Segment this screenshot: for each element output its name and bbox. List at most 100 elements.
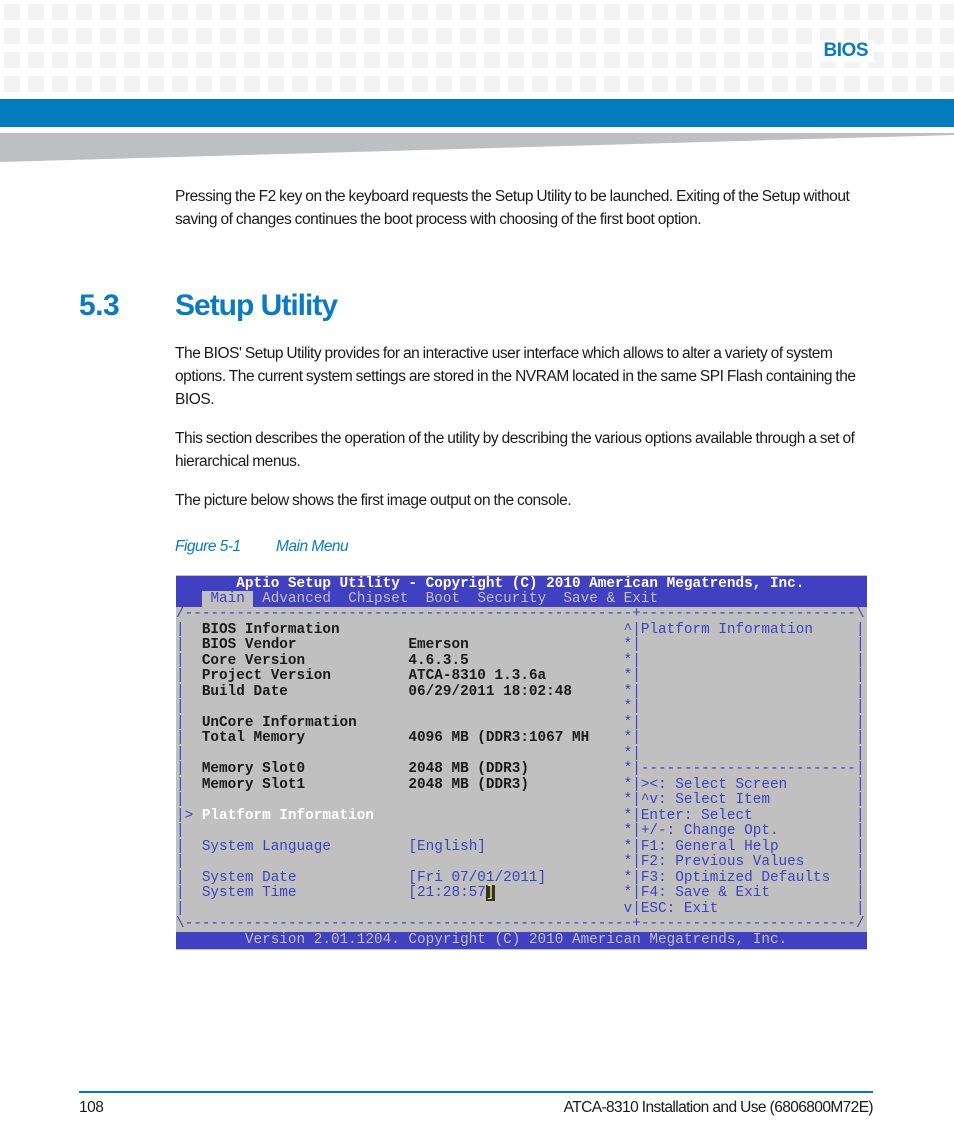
scrollbar-track[interactable]: *| xyxy=(624,792,641,808)
scrollbar-track[interactable]: *| xyxy=(624,715,641,731)
pattern-square xyxy=(556,52,572,68)
pattern-square xyxy=(148,28,164,44)
pattern-square xyxy=(604,4,620,20)
scrollbar-track[interactable]: *| xyxy=(624,777,641,793)
system-language-value[interactable]: [English] xyxy=(408,839,485,855)
pattern-square xyxy=(628,52,644,68)
pattern-square xyxy=(412,4,428,20)
frame-border: | xyxy=(856,807,865,824)
pattern-square xyxy=(724,52,740,68)
bios-tab-security[interactable]: Security xyxy=(477,591,546,607)
bios-tab-chipset[interactable]: Chipset xyxy=(348,591,408,607)
scrollbar-track[interactable]: *| xyxy=(624,761,641,777)
pattern-square xyxy=(724,76,740,92)
frame-border: | xyxy=(176,668,185,684)
scrollbar-track[interactable]: *| xyxy=(624,668,641,684)
document-title: ATCA-8310 Installation and Use (6806800M… xyxy=(563,1099,874,1116)
pattern-square xyxy=(628,76,644,92)
frame-border: | xyxy=(176,683,185,700)
frame-border: | xyxy=(856,838,865,855)
pattern-square xyxy=(868,76,884,92)
bios-tab-save-exit[interactable]: Save & Exit xyxy=(563,591,658,607)
scrollbar-track[interactable]: *| xyxy=(624,699,641,715)
pattern-square xyxy=(796,52,812,68)
help-blank xyxy=(641,730,856,746)
frame-border: | xyxy=(856,823,865,839)
scroll-down-icon[interactable]: v| xyxy=(624,901,641,917)
bios-tab-boot[interactable]: Boot xyxy=(426,591,460,607)
scrollbar-track[interactable]: *| xyxy=(624,808,641,824)
pattern-square xyxy=(940,52,954,68)
scrollbar-track[interactable]: *| xyxy=(624,854,641,870)
pattern-square xyxy=(556,28,572,44)
scrollbar-track[interactable]: *| xyxy=(624,653,641,669)
pattern-square xyxy=(364,76,380,92)
help-key: F3: Optimized Defaults xyxy=(640,869,857,886)
system-date-value[interactable]: [Fri 07/01/2011] xyxy=(408,870,546,886)
build-date-value: 06/29/2011 18:02:48 xyxy=(408,683,572,700)
core-version-value: 4.6.3.5 xyxy=(408,652,469,669)
bios-tab-main[interactable]: Main xyxy=(201,591,254,607)
bios-row: | UnCore Information *| | xyxy=(176,714,867,732)
bios-frame-bottom: \---------------------------------------… xyxy=(176,916,865,932)
pattern-square xyxy=(388,52,404,68)
system-time-value[interactable]: [21:28:57 xyxy=(408,885,485,901)
pattern-square xyxy=(268,52,284,68)
scrollbar-track[interactable]: *| xyxy=(624,684,641,700)
scrollbar-track[interactable]: *| xyxy=(624,637,641,653)
pattern-square xyxy=(940,4,954,20)
platform-information-item[interactable]: Platform Information xyxy=(202,808,374,824)
bios-row: | Core Version 4.6.3.5 *| | xyxy=(176,652,867,670)
pattern-square xyxy=(52,28,68,44)
scrollbar-track[interactable]: *| xyxy=(624,823,641,839)
bios-tab-advanced[interactable]: Advanced xyxy=(262,591,331,607)
pattern-square xyxy=(340,52,356,68)
pattern-square xyxy=(412,76,428,92)
scrollbar-track[interactable]: *| xyxy=(624,870,641,886)
pattern-square xyxy=(268,76,284,92)
pattern-square xyxy=(628,4,644,20)
bios-row: | Project Version ATCA-8310 1.3.6a *| | xyxy=(176,668,867,685)
scrollbar-track[interactable]: *| xyxy=(624,885,641,901)
scrollbar-track[interactable]: *| xyxy=(624,730,641,746)
pattern-square xyxy=(676,76,692,92)
pattern-square xyxy=(916,4,932,20)
frame-border: | xyxy=(856,621,865,638)
bios-row: | System Language [English] *|F1: Genera… xyxy=(176,838,867,856)
section-paragraph: The BIOS' Setup Utility provides for an … xyxy=(175,345,856,408)
pattern-square xyxy=(412,52,428,68)
pattern-square xyxy=(124,76,140,92)
pattern-square xyxy=(172,52,188,68)
bios-row: | BIOS Vendor Emerson *| | xyxy=(176,637,867,654)
frame-border: | xyxy=(856,683,865,700)
scroll-up-icon[interactable]: ^| xyxy=(624,622,641,638)
frame-border: | xyxy=(176,885,185,901)
pattern-square xyxy=(868,4,884,20)
pattern-square xyxy=(4,28,20,44)
scrollbar-track[interactable]: *| xyxy=(624,746,641,762)
pattern-square xyxy=(28,4,44,20)
frame-border: | xyxy=(176,714,185,731)
pattern-square xyxy=(340,76,356,92)
pattern-square xyxy=(700,76,716,92)
pattern-square xyxy=(676,52,692,68)
help-blank xyxy=(641,715,856,731)
help-key: F4: Save & Exit xyxy=(640,885,857,901)
pattern-square xyxy=(508,4,524,20)
pattern-square xyxy=(748,28,764,44)
pattern-square xyxy=(316,4,332,20)
pattern-square xyxy=(220,4,236,20)
frame-border: | xyxy=(856,776,865,793)
pattern-square xyxy=(196,52,212,68)
frame-border: | xyxy=(176,621,185,638)
pattern-square xyxy=(364,4,380,20)
scrollbar-track[interactable]: *| xyxy=(624,839,641,855)
